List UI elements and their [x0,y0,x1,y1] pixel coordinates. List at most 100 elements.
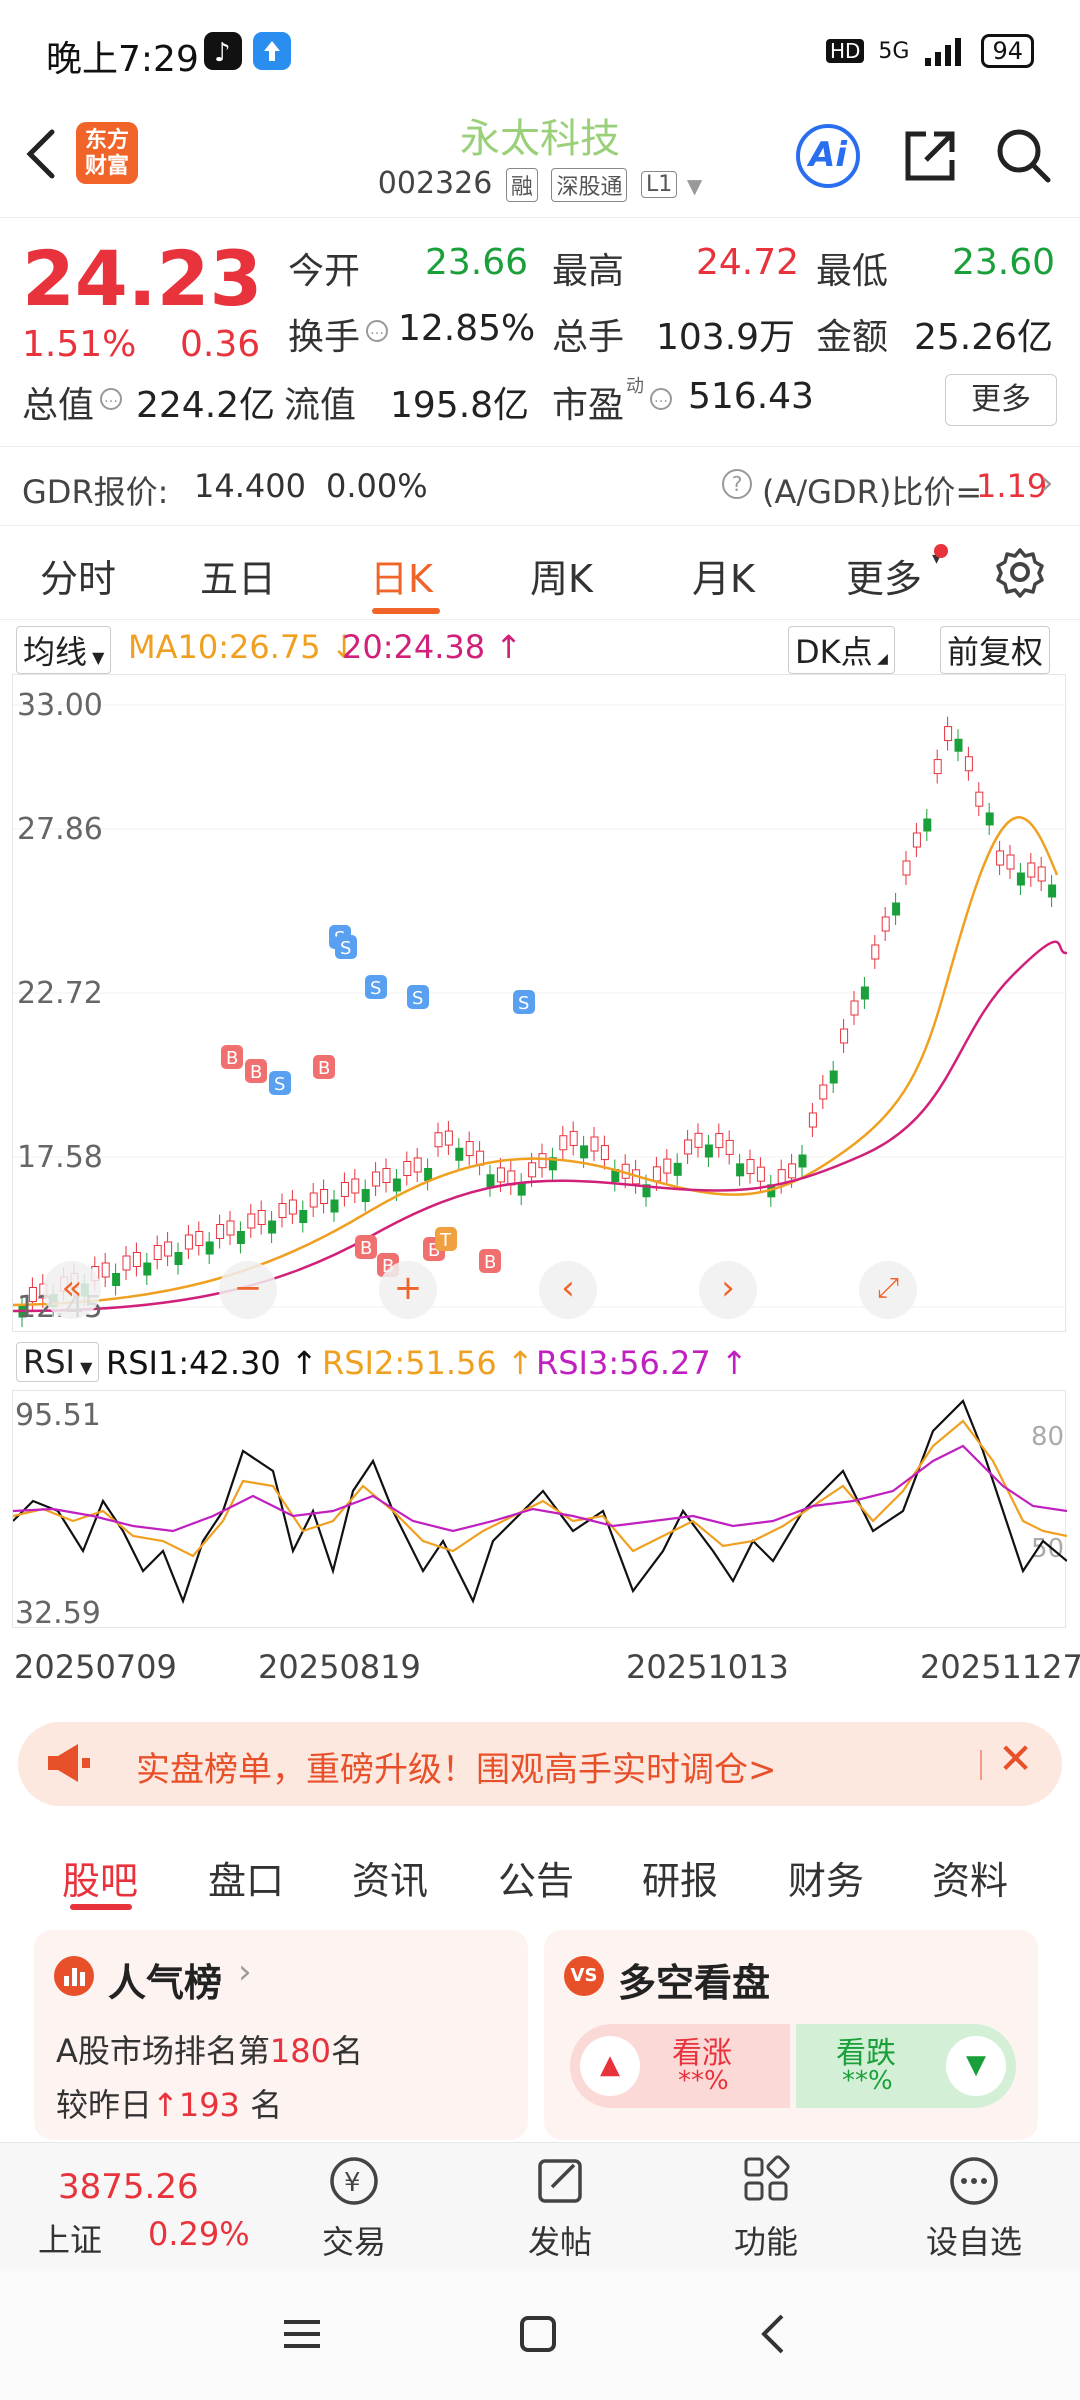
candle-body [434,1132,443,1148]
tab-five-day[interactable]: 五日 [200,548,276,603]
rsi3-label: RSI3:56.27 ↑ [536,1344,748,1382]
pe-sup: 动 [626,376,644,397]
candle-body [455,1147,464,1161]
nav-post-label: 发帖 [527,2223,592,2261]
mktcap-value: 224.2亿 [136,385,276,426]
tag-level: L1 [641,171,678,198]
help-icon[interactable]: ? [722,469,752,499]
tab-research[interactable]: 研报 [642,1850,718,1905]
tab-forum[interactable]: 股吧 [62,1850,138,1905]
rank-change-row: 较昨日↑193 名 [56,2086,283,2124]
ai-button[interactable]: Ai [796,124,860,188]
tab-daily-k[interactable]: 日K [370,548,433,603]
close-icon[interactable]: ✕ [998,1734,1033,1783]
tab-announcements[interactable]: 公告 [498,1850,574,1905]
rsi-level-50: 50 [1031,1534,1064,1564]
candle-body [902,860,911,876]
pe-value: 516.43 [688,376,814,417]
index-ticker[interactable]: 3875.26 上证 0.29% [0,2143,260,2269]
tab-news[interactable]: 资讯 [352,1850,428,1905]
candle-body [496,1167,505,1183]
index-value: 3875.26 [58,2167,199,2207]
adjust-button[interactable]: 前复权 [940,626,1051,674]
chevron-right-icon: › [1040,463,1054,503]
info-icon[interactable]: … [650,388,672,410]
share-button[interactable] [900,126,960,190]
candle-body [226,1220,235,1236]
candle-body [268,1220,277,1234]
date-tick-2: 20250819 [258,1648,421,1686]
home-icon[interactable] [516,2312,560,2360]
candle-body [736,1163,745,1177]
date-axis: 20250709 20250819 20251013 20251127 [0,1630,1080,1702]
gdr-label: GDR报价: [22,473,169,511]
sentiment-title: 多空看盘 [618,1961,771,2005]
tab-monthly-k[interactable]: 月K [692,548,755,603]
svg-text:♪: ♪ [214,38,231,68]
fullscreen-button[interactable]: ⤢ [859,1261,917,1319]
zoom-out-button[interactable]: − [219,1261,277,1319]
candle-body [340,1182,349,1197]
system-nav [0,2268,1080,2400]
promo-banner[interactable]: 实盘榜单，重磅升级！围观高手实时调仓> ✕ [18,1722,1062,1806]
active-tab-underline [70,1904,132,1910]
grid-icon [744,2155,790,2201]
candle-body [871,944,880,960]
popularity-card[interactable]: 人气榜 › A股市场排名第180名 较昨日↑193 名 [34,1930,528,2140]
nav-functions[interactable]: 功能 [696,2153,836,2263]
status-time: 晚上7:29 [46,39,199,80]
candle-body [153,1245,162,1260]
tab-orderbook[interactable]: 盘口 [208,1850,284,1905]
info-icon[interactable]: … [366,320,388,342]
candle-body [538,1153,547,1169]
dk-point-select[interactable]: DK点 ◢ [788,626,895,674]
vote-up-button[interactable]: ▲ 看涨 **% [570,2024,790,2108]
caret-down-icon: ▼ [686,174,703,198]
tab-more[interactable]: 更多 [846,548,922,603]
nav-post[interactable]: 发帖 [490,2153,630,2263]
vote-down-button[interactable]: 看跌 **% ▼ [796,2024,1016,2108]
nav-add-watchlist[interactable]: 设自选 [904,2153,1044,2263]
indicator-select[interactable]: 均线 ▼ [16,626,112,674]
tab-profile[interactable]: 资料 [932,1850,1008,1905]
more-quote-button[interactable]: 更多 [945,374,1057,426]
settings-button[interactable] [994,546,1046,602]
candle-body [299,1210,308,1223]
rsi-select[interactable]: RSI ▼ [16,1342,100,1382]
nav-trade[interactable]: ¥ 交易 [284,2153,424,2263]
menu-icon[interactable] [280,2312,324,2360]
candle-body [694,1132,703,1148]
open-label: 今开 [288,251,361,292]
low-value: 23.60 [952,242,1056,283]
gdr-ratio: 1.19 [976,467,1048,505]
candle-body [600,1145,609,1161]
nav-add-watchlist-label: 设自选 [925,2223,1022,2261]
mktcap-label: 总值 [22,385,95,426]
tab-weekly-k[interactable]: 周K [530,548,593,603]
change-amount: 0.36 [180,324,261,365]
marker-letter: B [250,1062,262,1083]
back-nav-icon[interactable] [752,2312,796,2360]
tab-intraday[interactable]: 分时 [40,548,116,603]
scroll-left-button[interactable]: « [43,1261,101,1319]
active-tab-underline [372,608,440,614]
candle-body [101,1262,110,1278]
rsi-chart[interactable]: 95.51 32.59 80 50 [12,1390,1068,1631]
hd-badge: HD [825,39,865,63]
tab-financials[interactable]: 财务 [788,1850,864,1905]
info-icon[interactable]: … [100,388,122,410]
kline-chart[interactable]: BBSBSSSSSBBBTB 33.00 27.86 22.72 17.58 1… [12,674,1068,1332]
candle-body [944,726,953,742]
step-right-button[interactable]: › [699,1261,757,1319]
rsi3-line [12,1444,1068,1533]
rsi1-label: RSI1:42.30 ↑ [106,1344,318,1382]
step-left-button[interactable]: ‹ [539,1261,597,1319]
zoom-in-button[interactable]: + [379,1261,437,1319]
gdr-price: 14.400 [194,467,306,505]
candle-body [829,1070,838,1084]
candle-body [704,1144,713,1158]
rsi-svg: 95.51 32.59 80 50 [12,1398,1068,1631]
gdr-row[interactable]: GDR报价: 14.400 0.00% ? (A/GDR)比价= 1.19 › [0,446,1080,526]
gdr-pct: 0.00% [326,467,428,505]
search-button[interactable] [994,126,1054,190]
